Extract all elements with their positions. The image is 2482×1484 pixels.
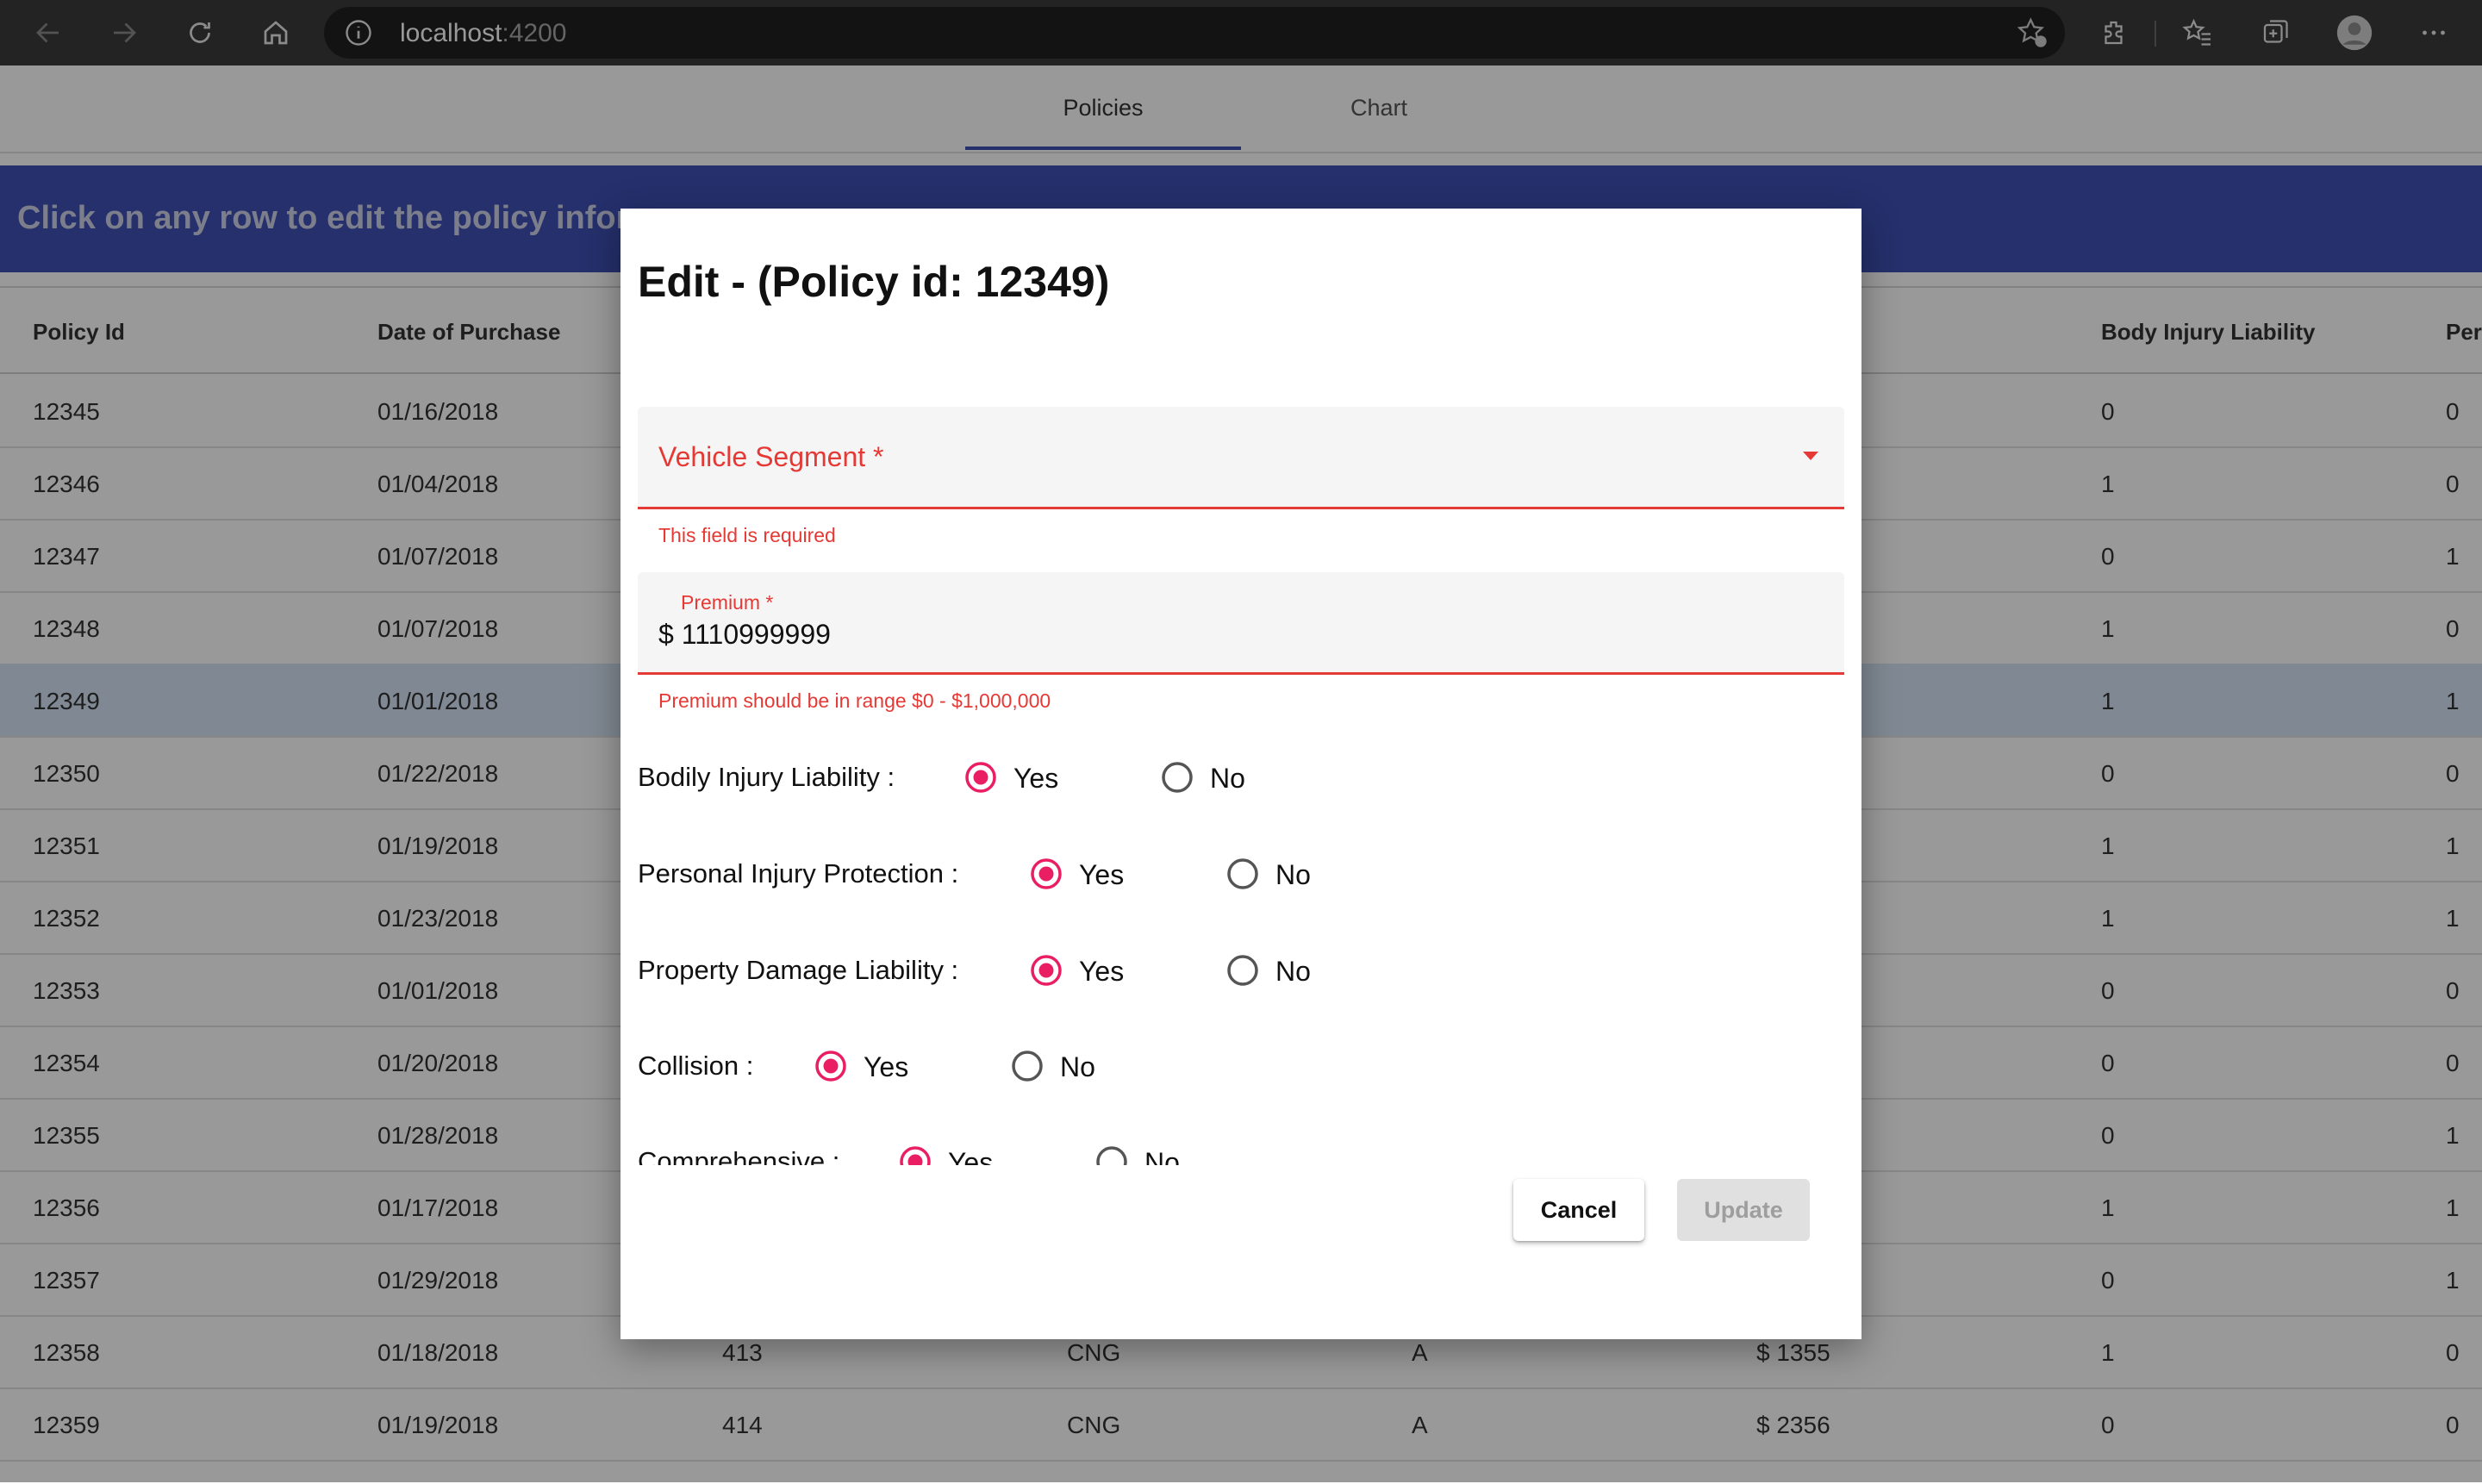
- radio-group-row: Property Damage Liability : Yes No: [638, 945, 1844, 996]
- premium-label: Premium *: [681, 591, 774, 614]
- radio-group-row: Personal Injury Protection : Yes No: [638, 848, 1844, 900]
- premium-input[interactable]: Premium * $ 1110999999: [638, 572, 1844, 675]
- radio-no-label[interactable]: No: [1060, 1051, 1095, 1083]
- vehicle-segment-select[interactable]: Vehicle Segment *: [638, 407, 1844, 509]
- update-button[interactable]: Update: [1677, 1179, 1810, 1241]
- cancel-button[interactable]: Cancel: [1513, 1179, 1644, 1241]
- radio-no-button[interactable]: [1225, 857, 1260, 891]
- radio-no-label[interactable]: No: [1144, 1147, 1180, 1165]
- vehicle-segment-error: This field is required: [658, 524, 836, 546]
- radio-no-button[interactable]: [1094, 1144, 1129, 1165]
- dialog-scroll-area[interactable]: Vehicle Segment * This field is required…: [638, 407, 1844, 1165]
- radio-yes-label[interactable]: Yes: [1013, 763, 1058, 795]
- premium-value[interactable]: $ 1110999999: [658, 619, 831, 651]
- radio-no-label[interactable]: No: [1210, 763, 1245, 795]
- dropdown-arrow-icon[interactable]: [1803, 452, 1818, 460]
- radio-yes-button[interactable]: [1029, 953, 1063, 988]
- vehicle-segment-label: Vehicle Segment *: [658, 441, 884, 472]
- premium-error: Premium should be in range $0 - $1,000,0…: [658, 689, 1051, 712]
- radio-no-label[interactable]: No: [1275, 956, 1311, 988]
- radio-yes-label[interactable]: Yes: [864, 1051, 908, 1083]
- radio-group-row: Collision : Yes No: [638, 1040, 1844, 1092]
- radio-yes-label[interactable]: Yes: [948, 1147, 993, 1165]
- radio-group-row: Comprehensive : Yes No: [638, 1136, 1844, 1165]
- radio-group-label: Collision :: [638, 1051, 754, 1081]
- dialog-content: Vehicle Segment * This field is required…: [638, 407, 1844, 1370]
- radio-yes-label[interactable]: Yes: [1079, 956, 1124, 988]
- radio-no-button[interactable]: [1225, 953, 1260, 988]
- radio-yes-button[interactable]: [898, 1144, 932, 1165]
- edit-policy-dialog: Edit - (Policy id: 12349) Vehicle Segmen…: [620, 209, 1862, 1339]
- radio-group-label: Comprehensive :: [638, 1146, 840, 1165]
- radio-no-button[interactable]: [1010, 1049, 1045, 1083]
- radio-yes-button[interactable]: [1029, 857, 1063, 891]
- radio-yes-label[interactable]: Yes: [1079, 859, 1124, 891]
- radio-group-row: Bodily Injury Liability : Yes No: [638, 751, 1844, 803]
- radio-yes-button[interactable]: [814, 1049, 848, 1083]
- radio-group-label: Personal Injury Protection :: [638, 858, 959, 889]
- radio-group-label: Property Damage Liability :: [638, 955, 959, 985]
- radio-no-button[interactable]: [1160, 760, 1194, 795]
- radio-yes-button[interactable]: [963, 760, 998, 795]
- radio-no-label[interactable]: No: [1275, 859, 1311, 891]
- radio-group-label: Bodily Injury Liability :: [638, 762, 895, 792]
- dialog-title: Edit - (Policy id: 12349): [638, 258, 1110, 306]
